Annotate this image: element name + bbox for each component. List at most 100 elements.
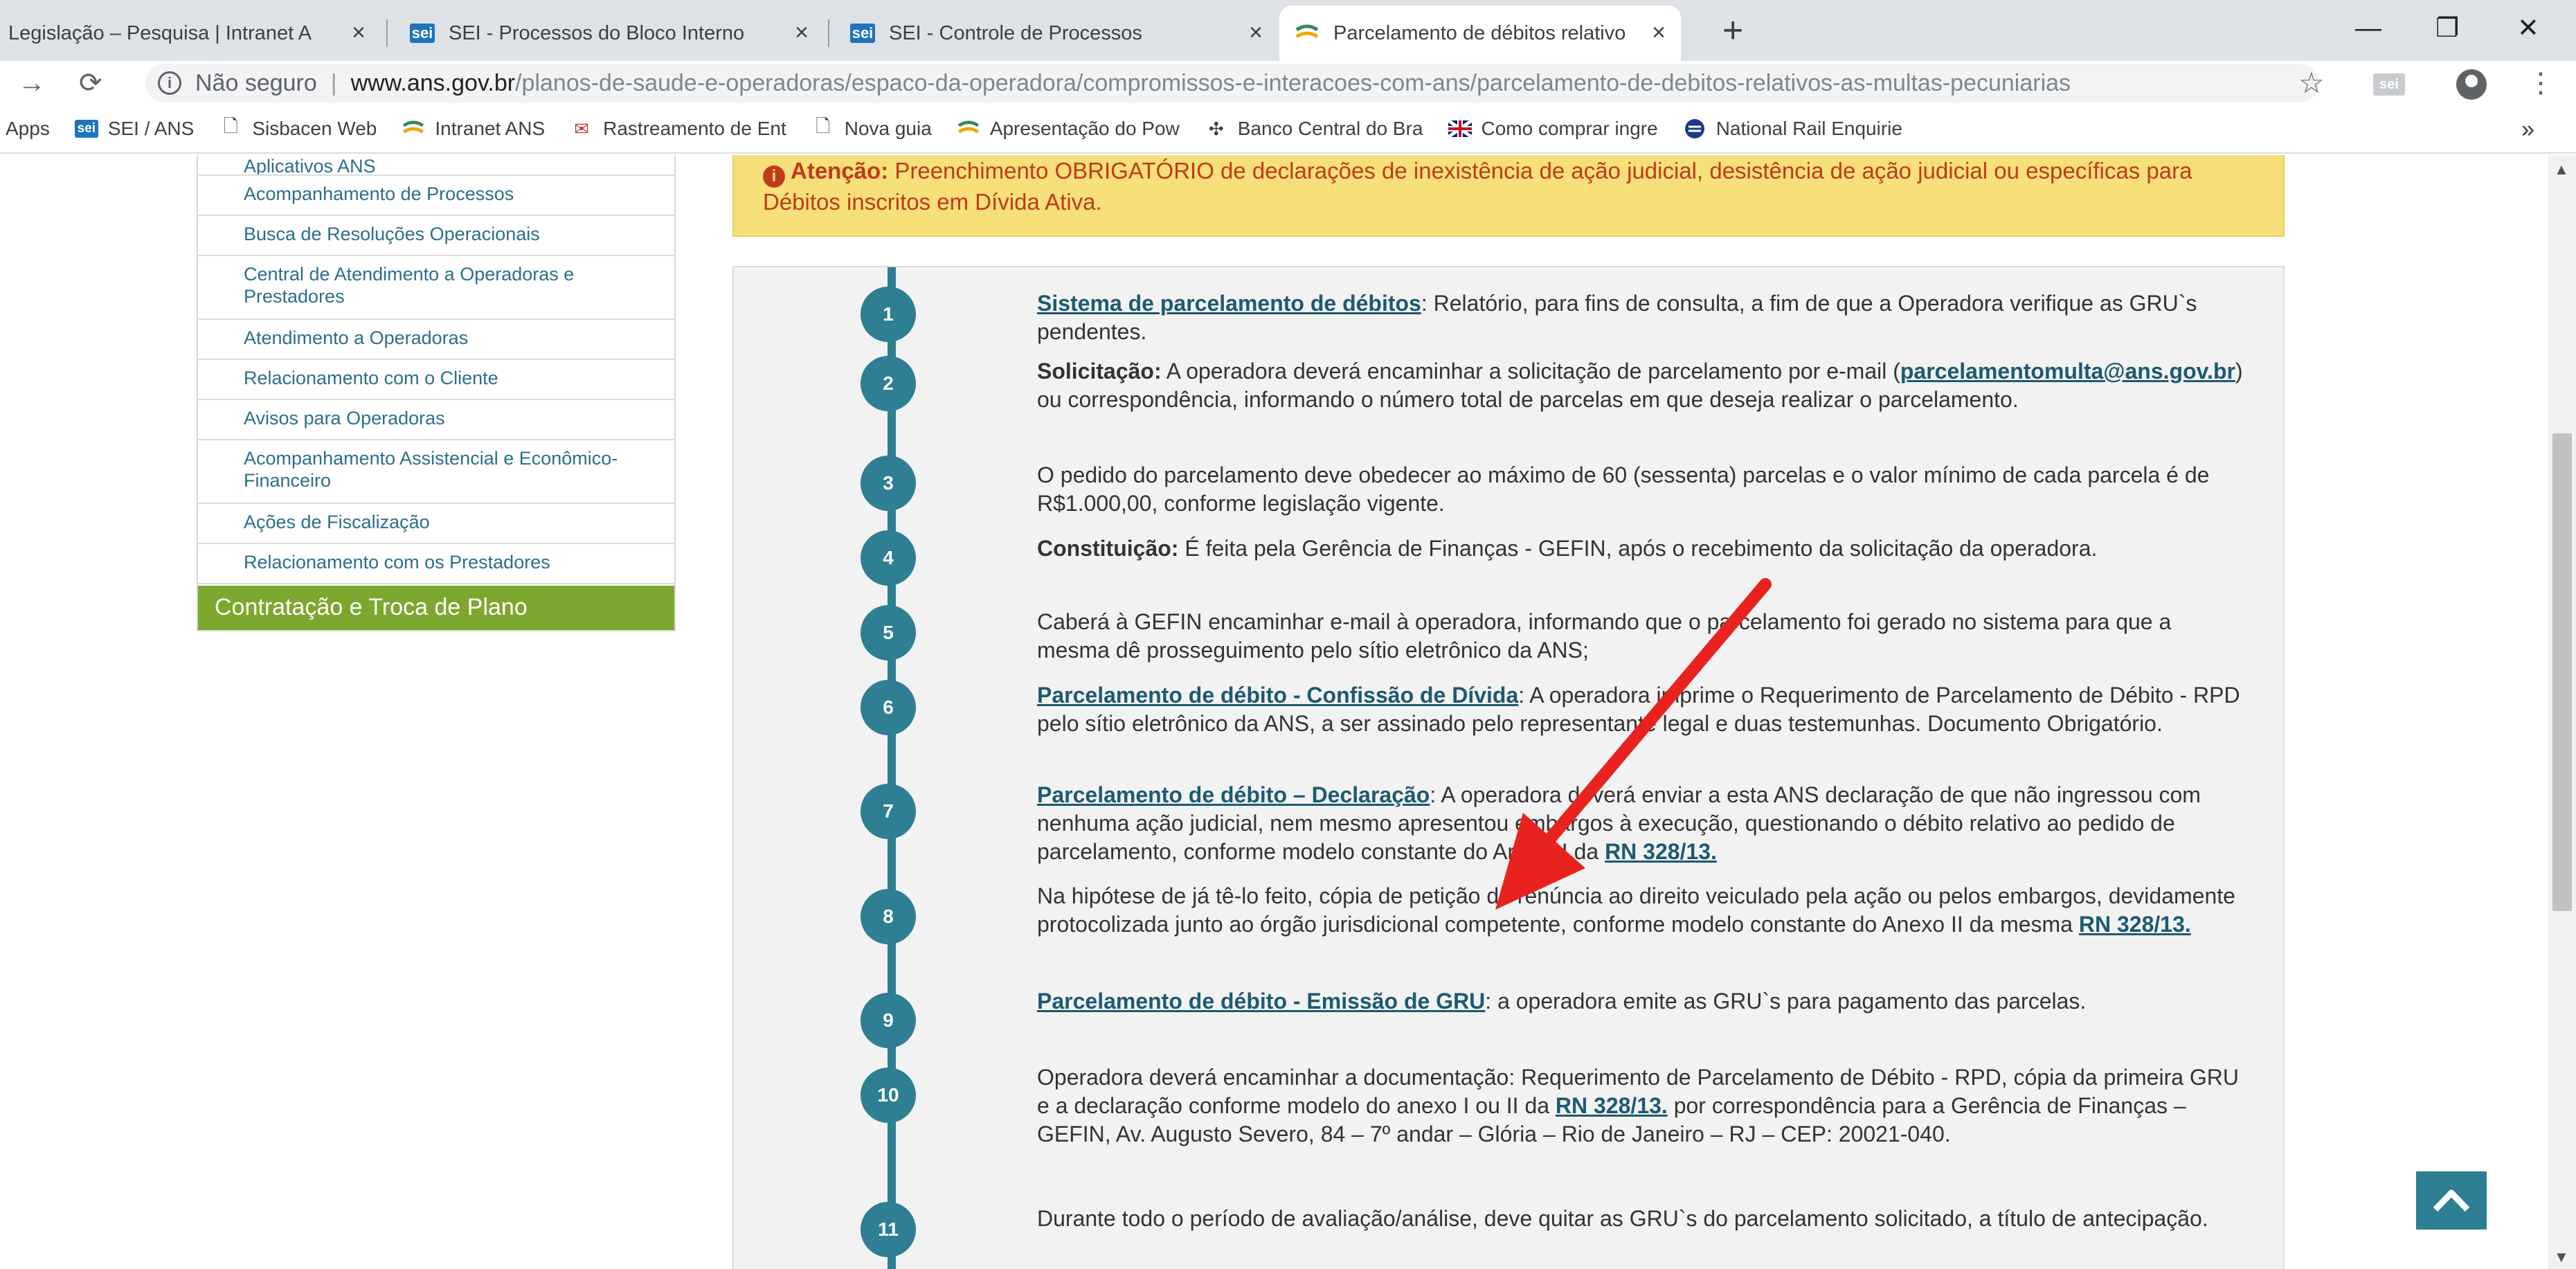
- sei-extension-icon[interactable]: sei: [2373, 73, 2405, 96]
- step-number: 7: [861, 784, 916, 839]
- step-link[interactable]: Parcelamento de débito – Declaração: [1037, 782, 1430, 807]
- step-text: É feita pela Gerência de Finanças - GEFI…: [1178, 536, 2098, 561]
- timeline-step: Durante todo o período de avaliação/anál…: [1037, 1205, 2249, 1233]
- bookmark-label: SEI / ANS: [107, 118, 195, 139]
- step-text: : a operadora emite as GRU`s para pagame…: [1485, 989, 2087, 1014]
- close-window-icon[interactable]: ✕: [2517, 4, 2539, 53]
- step-number: 9: [861, 993, 916, 1048]
- chevron-up-icon: [2433, 1189, 2470, 1212]
- step-number: 8: [861, 889, 916, 944]
- back-to-top-button[interactable]: [2416, 1171, 2487, 1230]
- close-icon[interactable]: ×: [795, 21, 809, 44]
- url-host: www.ans.gov.br: [350, 69, 516, 96]
- bookmark-label: National Rail Enquirie: [1715, 118, 1902, 139]
- tab-parcelamento[interactable]: Parcelamento de débitos relativo ×: [1279, 6, 1681, 61]
- tab-title: SEI - Controle de Processos: [889, 21, 1142, 44]
- bookmark-label: Rastreamento de Ent: [603, 118, 786, 139]
- divider: |: [330, 69, 337, 96]
- close-icon[interactable]: ×: [352, 21, 366, 44]
- close-icon[interactable]: ×: [1249, 21, 1263, 44]
- attention-notice: i Atenção: Preenchimento OBRIGATÓRIO de d…: [732, 155, 2285, 237]
- page-icon: 🗋: [816, 116, 831, 136]
- timeline-step: Parcelamento de débito - Emissão de GRU:…: [1037, 987, 2249, 1016]
- reload-icon[interactable]: ⟳: [79, 64, 102, 102]
- ans-icon: [957, 118, 980, 139]
- sidebar-item-atendimento-operadoras[interactable]: Atendimento a Operadoras: [198, 320, 674, 360]
- restore-icon[interactable]: ❐: [2435, 4, 2459, 53]
- step-text: A operadora deverá encaminhar a solicita…: [1161, 359, 1900, 384]
- rail-icon: [1683, 118, 1706, 139]
- sidebar-item-relacionamento-cliente[interactable]: Relacionamento com o Cliente: [198, 360, 674, 400]
- sidebar-item-avisos[interactable]: Avisos para Operadoras: [198, 400, 674, 440]
- timeline-step: Sistema de parcelamento de débitos: Rela…: [1037, 289, 2249, 346]
- sidebar-item-acompanhamento-assistencial[interactable]: Acompanhamento Assistencial e Econômico-…: [198, 440, 674, 504]
- step-number: 4: [861, 530, 916, 586]
- bookmarks-bar: Apps sei SEI / ANS 🗋 Sisbacen Web Intran…: [0, 105, 2576, 154]
- bookmark-rastreamento[interactable]: ✉ Rastreamento de Ent: [570, 118, 786, 140]
- new-tab-button[interactable]: +: [1722, 10, 1743, 51]
- rn-link[interactable]: RN 328/13.: [2079, 912, 2191, 937]
- ans-icon: [402, 118, 425, 139]
- step-number: 11: [861, 1202, 916, 1257]
- scroll-up-icon[interactable]: ▲: [2554, 161, 2569, 179]
- bookmark-label: Apresentação do Pow: [989, 118, 1180, 139]
- step-text: O pedido do parcelamento deve obedecer a…: [1037, 462, 2210, 516]
- sidebar-item-acompanhamento-processos[interactable]: Acompanhamento de Processos: [198, 176, 674, 216]
- step-link[interactable]: Parcelamento de débito - Emissão de GRU: [1037, 989, 1485, 1014]
- tab-divider: [386, 19, 388, 47]
- bookmarks-overflow-button[interactable]: »: [2521, 105, 2534, 152]
- annotation-arrow: [1495, 578, 1772, 910]
- bookmark-ingressos[interactable]: Como comprar ingre: [1448, 118, 1658, 140]
- tab-sei-controle[interactable]: sei SEI - Controle de Processos ×: [835, 6, 1278, 61]
- sidebar-item-relacionamento-prestadores[interactable]: Relacionamento com os Prestadores: [198, 544, 674, 584]
- bookmark-label: Apps: [6, 118, 50, 139]
- step-number: 5: [861, 605, 916, 660]
- bookmark-bcb[interactable]: ✣ Banco Central do Bra: [1205, 118, 1423, 140]
- step-number: 6: [861, 680, 916, 735]
- sidebar-item-contratacao[interactable]: Contratação e Troca de Plano: [198, 586, 674, 630]
- uk-flag-icon: [1448, 118, 1472, 139]
- bookmark-label: Como comprar ingre: [1481, 118, 1658, 139]
- rn-link[interactable]: RN 328/13.: [1556, 1093, 1668, 1118]
- tab-sei-bloco[interactable]: sei SEI - Processos do Bloco Interno ×: [395, 6, 824, 61]
- close-icon[interactable]: ×: [1652, 21, 1666, 44]
- bookmark-apps[interactable]: Apps: [6, 118, 50, 140]
- timeline-step: O pedido do parcelamento deve obedecer a…: [1037, 461, 2249, 518]
- page-icon: 🗋: [223, 116, 238, 136]
- timeline-step: Solicitação: A operadora deverá encaminh…: [1037, 357, 2249, 414]
- scrollbar-thumb[interactable]: [2552, 433, 2572, 911]
- sidebar-item-aplicativos[interactable]: Aplicativos ANS: [198, 155, 674, 176]
- email-link[interactable]: parcelamentomulta@ans.gov.br: [1900, 359, 2235, 384]
- step-number: 2: [861, 356, 916, 411]
- sidebar-item-central-atendimento[interactable]: Central de Atendimento a Operadoras e Pr…: [198, 256, 674, 320]
- bookmark-sei[interactable]: sei SEI / ANS: [74, 118, 195, 140]
- tab-title: Legislação – Pesquisa | Intranet A: [8, 21, 312, 44]
- bookmark-star-icon[interactable]: ☆: [2298, 64, 2325, 102]
- page-scrollbar[interactable]: ▲ ▼: [2548, 155, 2576, 1269]
- sidebar-item-fiscalizacao[interactable]: Ações de Fiscalização: [198, 504, 674, 544]
- bookmark-sisbacen[interactable]: 🗋 Sisbacen Web: [219, 116, 377, 140]
- bookmark-national-rail[interactable]: National Rail Enquirie: [1683, 118, 1902, 140]
- tab-divider: [828, 19, 829, 47]
- scroll-down-icon[interactable]: ▼: [2554, 1248, 2569, 1266]
- step-link[interactable]: Sistema de parcelamento de débitos: [1037, 291, 1421, 316]
- step-link[interactable]: Parcelamento de débito - Confissão de Dí…: [1037, 683, 1518, 708]
- sei-icon: sei: [410, 24, 435, 43]
- address-bar[interactable]: i Não seguro | www.ans.gov.br /planos-de…: [145, 64, 2319, 102]
- tab-legislacao[interactable]: Legislação – Pesquisa | Intranet A ×: [0, 6, 381, 61]
- sei-icon: sei: [850, 24, 875, 43]
- attention-text: Preenchimento OBRIGATÓRIO de declarações…: [763, 158, 2192, 215]
- bookmark-intranet[interactable]: Intranet ANS: [402, 118, 545, 140]
- profile-avatar-icon[interactable]: [2456, 69, 2487, 100]
- info-icon[interactable]: i: [158, 71, 181, 95]
- page-content: Aplicativos ANS Acompanhamento de Proces…: [0, 155, 2548, 1269]
- bookmark-nova-guia[interactable]: 🗋 Nova guia: [811, 116, 932, 140]
- bookmark-label: Intranet ANS: [435, 118, 546, 139]
- bookmark-apresentacao[interactable]: Apresentação do Pow: [957, 118, 1180, 140]
- menu-kebab-icon[interactable]: ⋮: [2527, 64, 2555, 102]
- step-number: 10: [861, 1068, 916, 1123]
- security-label: Não seguro: [195, 69, 317, 96]
- forward-icon[interactable]: →: [18, 64, 46, 102]
- minimize-icon[interactable]: —: [2355, 4, 2381, 53]
- sidebar-item-busca-resolucoes[interactable]: Busca de Resoluções Operacionais: [198, 216, 674, 256]
